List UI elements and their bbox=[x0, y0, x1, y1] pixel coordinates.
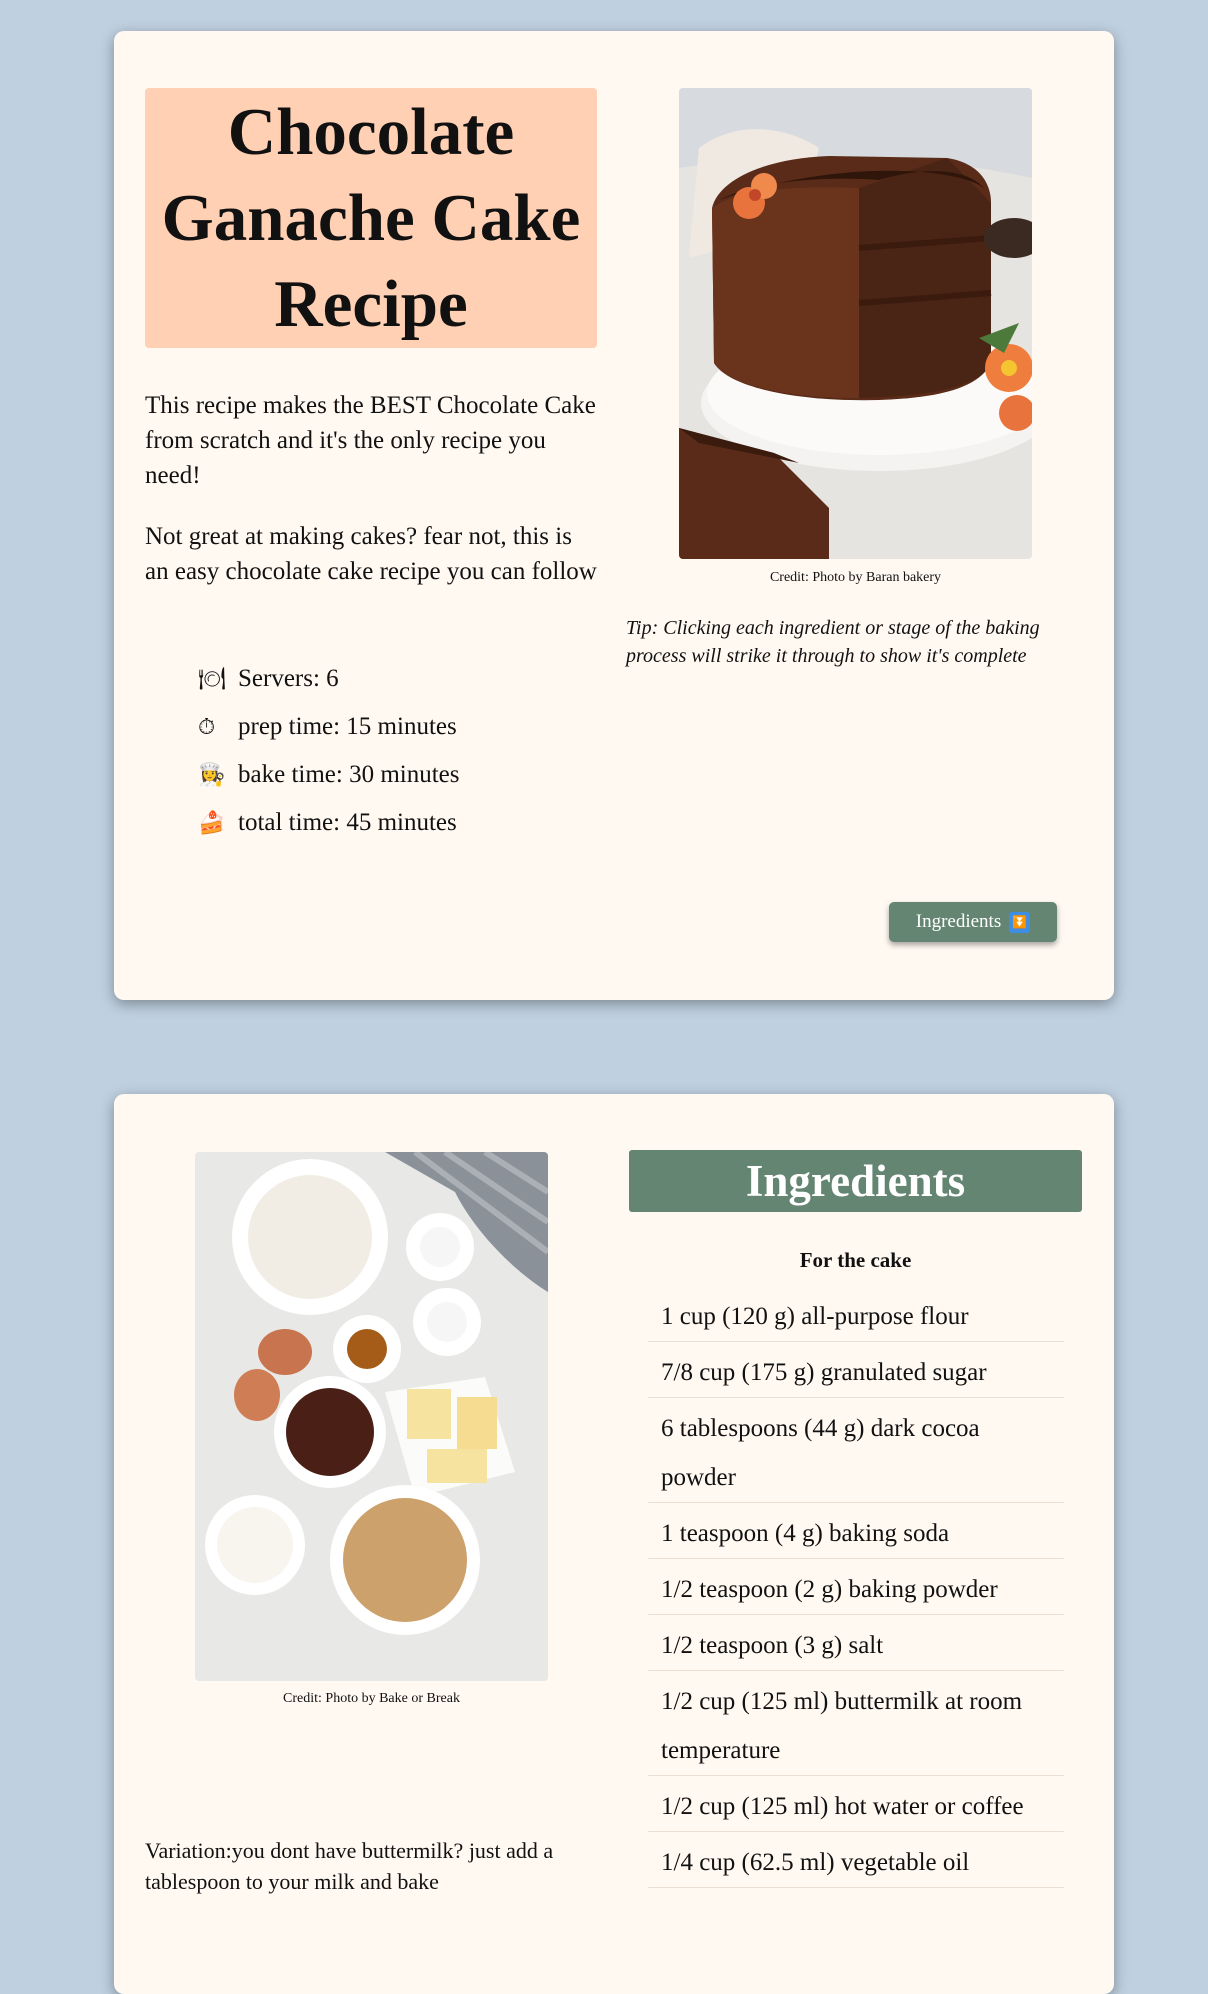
ingredients-button-label: Ingredients bbox=[915, 911, 1002, 932]
variation-note: Variation:you dont have buttermilk? just… bbox=[145, 1838, 554, 1894]
ingredients-list: 1 cup (120 g) all-purpose flour 7/8 cup … bbox=[648, 1286, 1064, 1888]
ingredient-item[interactable]: 7/8 cup (175 g) granulated sugar bbox=[648, 1342, 1064, 1398]
recipe-stats-list: 🍽 Servers: 6 ⏱ prep time: 15 minutes 👩‍🍳… bbox=[198, 655, 459, 847]
stat-prep-time-text: prep time: 15 minutes bbox=[238, 713, 457, 740]
stat-bake-time-text: bake time: 30 minutes bbox=[238, 761, 460, 788]
intro-paragraph-2: Not great at making cakes? fear not, thi… bbox=[145, 523, 597, 585]
chocolate-cake-photo bbox=[679, 88, 1032, 559]
tip-text: Tip: Clicking each ingredient or stage o… bbox=[626, 617, 1040, 667]
ingredients-heading: Ingredients bbox=[629, 1150, 1082, 1212]
ingredients-illustration bbox=[195, 1152, 548, 1681]
ingredient-item[interactable]: 1/4 cup (62.5 ml) vegetable oil bbox=[648, 1832, 1064, 1888]
page-title: Chocolate Ganache Cake Recipe bbox=[161, 95, 581, 341]
ingredient-item[interactable]: 1/2 cup (125 ml) hot water or coffee bbox=[648, 1776, 1064, 1832]
ingredient-item[interactable]: 1/2 teaspoon (3 g) salt bbox=[648, 1615, 1064, 1671]
stat-servings: 🍽 Servers: 6 bbox=[198, 655, 459, 703]
ingredients-button[interactable]: Ingredients ⏬ bbox=[889, 902, 1057, 942]
ingredients-card: Credit: Photo by Bake or Break Variation… bbox=[114, 1094, 1114, 1994]
ingredient-item[interactable]: 6 tablespoons (44 g) dark cocoa powder bbox=[648, 1398, 1064, 1503]
ingredient-item[interactable]: 1 cup (120 g) all-purpose flour bbox=[648, 1286, 1064, 1342]
stat-bake-time: 👩‍🍳 bake time: 30 minutes bbox=[198, 751, 459, 799]
ingredient-item[interactable]: 1/2 teaspoon (2 g) baking powder bbox=[648, 1559, 1064, 1615]
stat-prep-time: ⏱ prep time: 15 minutes bbox=[198, 703, 459, 751]
cake-slice-icon: 🍰 bbox=[198, 810, 226, 836]
chocolate-cake-illustration bbox=[679, 88, 1032, 559]
stat-total-time: 🍰 total time: 45 minutes bbox=[198, 799, 459, 847]
title-box: Chocolate Ganache Cake Recipe bbox=[145, 88, 597, 348]
intro-paragraph-1: This recipe makes the BEST Chocolate Cak… bbox=[145, 392, 596, 489]
cake-subheading: For the cake bbox=[799, 1248, 912, 1272]
ingredients-photo bbox=[195, 1152, 548, 1681]
stopwatch-icon: ⏱ bbox=[198, 714, 216, 740]
stat-total-time-text: total time: 45 minutes bbox=[238, 809, 457, 836]
double-down-arrow-icon: ⏬ bbox=[1009, 911, 1031, 933]
ingredient-item[interactable]: 1/2 cup (125 ml) buttermilk at room temp… bbox=[648, 1671, 1064, 1776]
ingredient-item[interactable]: 1 teaspoon (4 g) baking soda bbox=[648, 1503, 1064, 1559]
recipe-intro-card: Chocolate Ganache Cake Recipe This recip… bbox=[114, 31, 1114, 1000]
stat-servings-text: Servers: 6 bbox=[238, 665, 339, 692]
cake-photo-credit: Credit: Photo by Baran bakery bbox=[769, 570, 942, 585]
ingredients-photo-credit: Credit: Photo by Bake or Break bbox=[283, 1691, 460, 1706]
fork-and-knife-plate-icon: 🍽 bbox=[198, 666, 226, 692]
cook-icon: 👩‍🍳 bbox=[198, 762, 226, 788]
